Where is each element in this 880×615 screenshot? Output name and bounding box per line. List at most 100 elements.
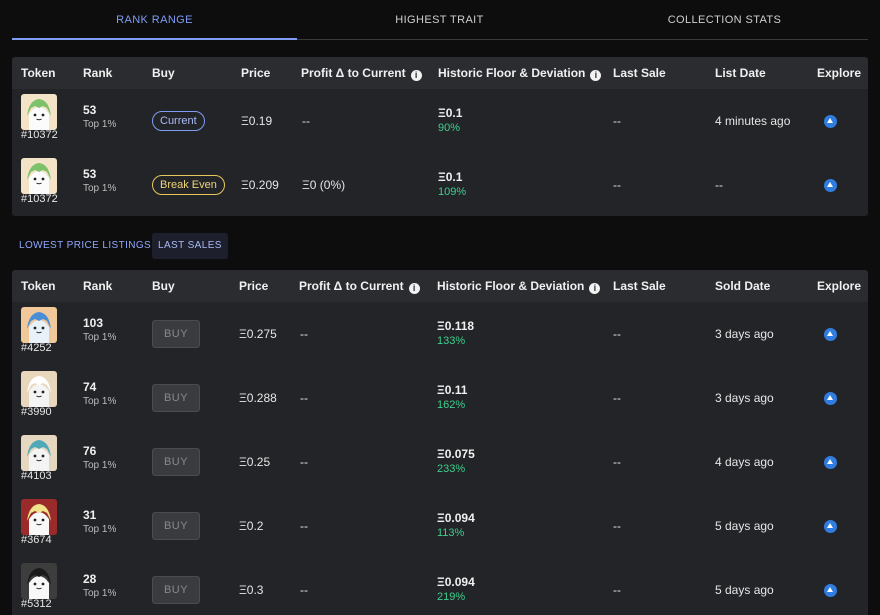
token-avatar-image xyxy=(21,499,57,535)
opensea-icon[interactable] xyxy=(824,520,837,533)
historic-floor-value: Ξ0.1 xyxy=(438,170,463,184)
token-id[interactable]: #3990 xyxy=(21,406,52,418)
last-sale-value: -- xyxy=(613,114,621,128)
header-price: Price xyxy=(241,66,271,80)
tab-collection-stats[interactable]: COLLECTION STATS xyxy=(582,0,867,39)
profit-value: -- xyxy=(300,583,308,597)
header-rank: Rank xyxy=(83,66,113,80)
buy-button[interactable]: BUY xyxy=(152,576,200,604)
deviation-value: 162% xyxy=(437,399,466,411)
rank-value: 53 xyxy=(83,103,97,117)
last-sales-table: Token Rank Buy Price Profit Δ to Current… xyxy=(12,270,868,615)
table-header: Token Rank Buy Price Profit Δ to Current… xyxy=(12,57,868,89)
rank-percentile: Top 1% xyxy=(83,183,117,194)
last-sale-value: -- xyxy=(613,391,621,405)
table-header: Token Rank Buy Price Profit Δ to Current… xyxy=(12,270,868,302)
historic-floor-value: Ξ0.1 xyxy=(438,106,463,120)
token-avatar[interactable] xyxy=(21,499,57,535)
token-avatar[interactable] xyxy=(21,158,57,194)
profit-value: -- xyxy=(302,114,310,128)
header-buy: Buy xyxy=(152,279,175,293)
table-row: #5312 28 Top 1% BUY Ξ0.3 -- Ξ0.094 219% -- 5 days… xyxy=(12,558,868,615)
rank-percentile: Top 1% xyxy=(83,396,117,407)
token-avatar[interactable] xyxy=(21,307,57,343)
profit-value: -- xyxy=(300,327,308,341)
table-row: #3674 31 Top 1% BUY Ξ0.2 -- Ξ0.094 113% -- 5 days… xyxy=(12,494,868,558)
tab-rank-range[interactable]: RANK RANGE xyxy=(12,0,297,40)
rank-percentile: Top 1% xyxy=(83,524,117,535)
historic-floor-value: Ξ0.118 xyxy=(437,319,475,333)
profit-value: Ξ0 (0%) xyxy=(302,178,346,192)
token-avatar[interactable] xyxy=(21,371,57,407)
opensea-icon[interactable] xyxy=(824,179,837,192)
header-rank: Rank xyxy=(83,279,113,293)
price-value: Ξ0.2 xyxy=(239,519,264,533)
price-value: Ξ0.275 xyxy=(239,327,277,341)
header-token: Token xyxy=(21,66,56,80)
rank-range-table: Token Rank Buy Price Profit Δ to Current… xyxy=(12,57,868,216)
header-profit-label: Profit Δ to Current xyxy=(299,279,404,293)
opensea-icon[interactable] xyxy=(824,584,837,597)
deviation-value: 90% xyxy=(438,122,461,134)
info-icon[interactable]: i xyxy=(589,283,601,294)
info-icon[interactable]: i xyxy=(590,70,602,81)
token-id[interactable]: #4252 xyxy=(21,342,52,354)
sold-date-value: 4 days ago xyxy=(715,455,774,469)
opensea-icon[interactable] xyxy=(824,392,837,405)
token-avatar-image xyxy=(21,435,57,471)
list-date-value: -- xyxy=(715,178,723,192)
deviation-value: 109% xyxy=(438,186,467,198)
last-sale-value: -- xyxy=(613,178,621,192)
rank-value: 31 xyxy=(83,508,97,522)
token-id[interactable]: #10372 xyxy=(21,193,58,205)
historic-floor-value: Ξ0.094 xyxy=(437,511,475,525)
profit-value: -- xyxy=(300,455,308,469)
info-icon[interactable]: i xyxy=(410,70,422,81)
profit-value: -- xyxy=(300,391,308,405)
opensea-icon[interactable] xyxy=(824,456,837,469)
opensea-icon[interactable] xyxy=(824,328,837,341)
header-floor-label: Historic Floor & Deviation xyxy=(438,66,586,80)
header-floor: Historic Floor & Deviation i xyxy=(437,270,601,302)
rank-percentile: Top 1% xyxy=(83,588,117,599)
price-value: Ξ0.3 xyxy=(239,583,264,597)
deviation-value: 219% xyxy=(437,591,466,603)
price-value: Ξ0.288 xyxy=(239,391,277,405)
token-avatar[interactable] xyxy=(21,435,57,471)
rank-percentile: Top 1% xyxy=(83,460,117,471)
tab-bar: RANK RANGE HIGHEST TRAIT COLLECTION STAT… xyxy=(12,0,868,40)
rank-value: 76 xyxy=(83,444,97,458)
buy-button[interactable]: BUY xyxy=(152,320,200,348)
header-list-date: List Date xyxy=(715,66,766,80)
opensea-icon[interactable] xyxy=(824,115,837,128)
list-date-value: 4 minutes ago xyxy=(715,114,791,128)
header-token: Token xyxy=(21,279,56,293)
token-id[interactable]: #10372 xyxy=(21,129,58,141)
tab-highest-trait[interactable]: HIGHEST TRAIT xyxy=(297,0,582,39)
current-badge: Current xyxy=(152,111,205,131)
token-id[interactable]: #4103 xyxy=(21,470,52,482)
token-avatar[interactable] xyxy=(21,94,57,130)
rank-percentile: Top 1% xyxy=(83,119,117,130)
buy-button[interactable]: BUY xyxy=(152,512,200,540)
buy-button[interactable]: BUY xyxy=(152,448,200,476)
tab-lowest-price-listings[interactable]: LOWEST PRICE LISTINGS xyxy=(19,233,151,259)
rank-value: 74 xyxy=(83,380,97,394)
buy-button[interactable]: BUY xyxy=(152,384,200,412)
deviation-value: 133% xyxy=(437,335,466,347)
table-row: #4252 103 Top 1% BUY Ξ0.275 -- Ξ0.118 133% -- 3 d… xyxy=(12,302,868,366)
header-last-sale: Last Sale xyxy=(613,66,666,80)
token-avatar-image xyxy=(21,158,57,194)
token-avatar[interactable] xyxy=(21,563,57,599)
token-id[interactable]: #5312 xyxy=(21,598,52,610)
sold-date-value: 3 days ago xyxy=(715,327,774,341)
info-icon[interactable]: i xyxy=(408,283,420,294)
historic-floor-value: Ξ0.11 xyxy=(437,383,468,397)
last-sale-value: -- xyxy=(613,583,621,597)
profit-value: -- xyxy=(300,519,308,533)
header-last-sale: Last Sale xyxy=(613,279,666,293)
tab-last-sales[interactable]: LAST SALES xyxy=(152,233,228,259)
deviation-value: 233% xyxy=(437,463,466,475)
token-id[interactable]: #3674 xyxy=(21,534,52,546)
table-row: #10372 53 Top 1% Break Even Ξ0.209 Ξ0 (0%) Ξ0.… xyxy=(12,153,868,216)
